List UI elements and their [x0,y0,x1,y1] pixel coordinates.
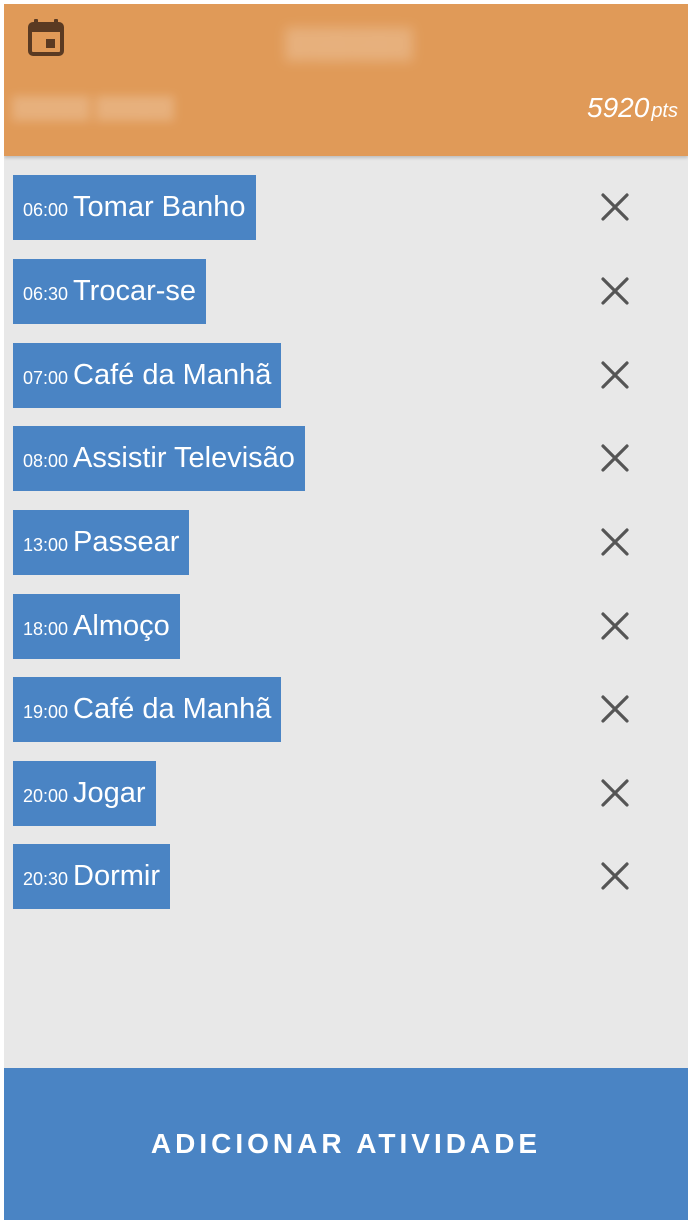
activity-row: 08:00 Assistir Televisão [4,426,688,491]
activity-time: 06:30 [23,284,69,304]
activity-tag[interactable]: 06:00 Tomar Banho [13,175,256,240]
activity-name: Jogar [73,777,146,809]
activity-name: Passear [73,526,180,558]
activity-name: Tomar Banho [73,191,246,223]
points-unit: pts [651,100,678,122]
activity-time: 06:00 [23,200,69,220]
activity-row: 06:00 Tomar Banho [4,175,688,240]
activity-name: Almoço [73,610,170,642]
close-icon[interactable] [597,524,633,560]
close-icon[interactable] [597,440,633,476]
user-name: ▒▒▒▒▒▒ [285,27,413,60]
close-icon[interactable] [597,858,633,894]
activity-tag[interactable]: 13:00 Passear [13,510,190,575]
activity-time: 19:00 [23,702,69,722]
activity-list: 06:00 Tomar Banho 06:30 Trocar-se 07:00 … [4,156,688,1066]
app-screen: ▒▒▒▒▒▒ ▒▒▒▒▒ ▒▒▒▒▒ 5920 pts 06:00 Tomar B… [4,4,688,1220]
activity-row: 07:00 Café da Manhã [4,343,688,408]
activity-tag[interactable]: 08:00 Assistir Televisão [13,426,305,491]
user-subtitle: ▒▒▒▒▒ ▒▒▒▒▒ [12,95,174,120]
activity-time: 20:30 [23,869,69,889]
activity-tag[interactable]: 18:00 Almoço [13,594,180,659]
activity-time: 07:00 [23,368,69,388]
close-icon[interactable] [597,608,633,644]
points-display: 5920 pts [587,90,678,126]
activity-row: 13:00 Passear [4,510,688,575]
activity-name: Café da Manhã [73,359,272,391]
activity-row: 20:00 Jogar [4,761,688,826]
activity-time: 08:00 [23,451,69,471]
close-icon[interactable] [597,357,633,393]
activity-row: 06:30 Trocar-se [4,259,688,324]
activity-name: Assistir Televisão [73,442,295,474]
activity-time: 18:00 [23,619,69,639]
close-icon[interactable] [597,273,633,309]
activity-row: 20:30 Dormir [4,844,688,909]
close-icon[interactable] [597,775,633,811]
activity-tag[interactable]: 06:30 Trocar-se [13,259,207,324]
add-activity-button[interactable]: ADICIONAR ATIVIDADE [4,1068,688,1220]
activity-name: Dormir [73,860,161,892]
activity-time: 13:00 [23,535,69,555]
activity-tag[interactable]: 20:30 Dormir [13,844,171,909]
calendar-icon[interactable] [27,16,65,56]
activity-row: 19:00 Café da Manhã [4,677,688,742]
activity-name: Café da Manhã [73,693,272,725]
activity-tag[interactable]: 20:00 Jogar [13,761,156,826]
app-header: ▒▒▒▒▒▒ ▒▒▒▒▒ ▒▒▒▒▒ 5920 pts [4,4,688,156]
activity-time: 20:00 [23,786,69,806]
activity-name: Trocar-se [73,275,197,307]
activity-tag[interactable]: 07:00 Café da Manhã [13,343,282,408]
activity-row: 18:00 Almoço [4,594,688,659]
activity-tag[interactable]: 19:00 Café da Manhã [13,677,282,742]
close-icon[interactable] [597,691,633,727]
close-icon[interactable] [597,189,633,225]
points-value: 5920 [587,92,650,123]
